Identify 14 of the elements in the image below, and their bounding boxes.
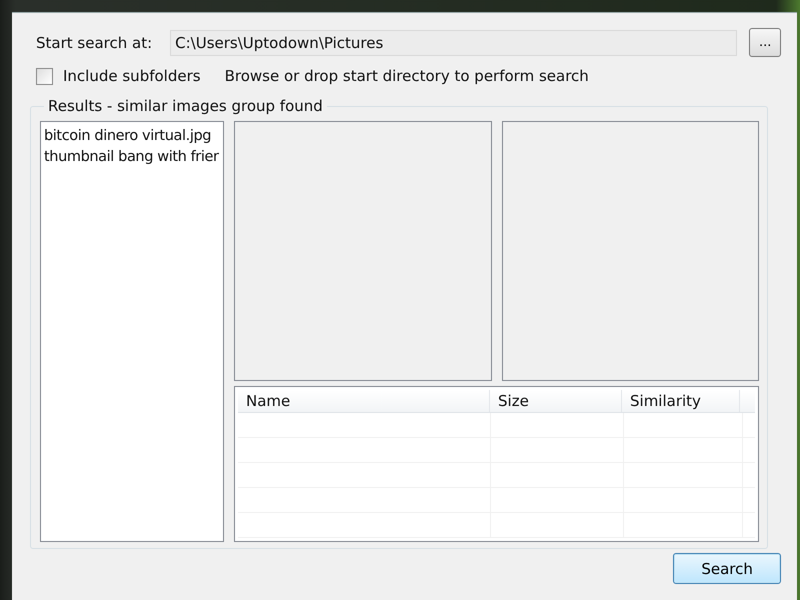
hint-text: Browse or drop start directory to perform search bbox=[224, 67, 589, 85]
results-title: Results - similar images group found bbox=[47, 97, 324, 115]
search-button[interactable]: Search bbox=[673, 553, 782, 584]
include-subfolders-checkbox[interactable] bbox=[36, 68, 53, 84]
include-subfolders-label[interactable]: Include subfolders bbox=[63, 67, 201, 85]
group-list[interactable]: bitcoin dinero virtual.jpg thumbnail bang with frier bbox=[40, 121, 224, 542]
group-list-item[interactable]: thumbnail bang with frier bbox=[44, 147, 220, 168]
column-header[interactable]: Similarity bbox=[622, 390, 740, 412]
path-field[interactable]: C:\Users\Uptodown\Pictures bbox=[170, 30, 738, 56]
column-header[interactable]: Name bbox=[238, 390, 490, 412]
column-header[interactable]: Size bbox=[490, 390, 622, 412]
group-list-item[interactable]: bitcoin dinero virtual.jpg bbox=[44, 126, 220, 147]
browse-button[interactable]: ... bbox=[749, 28, 782, 57]
search-start-label: Start search at: bbox=[36, 34, 152, 52]
